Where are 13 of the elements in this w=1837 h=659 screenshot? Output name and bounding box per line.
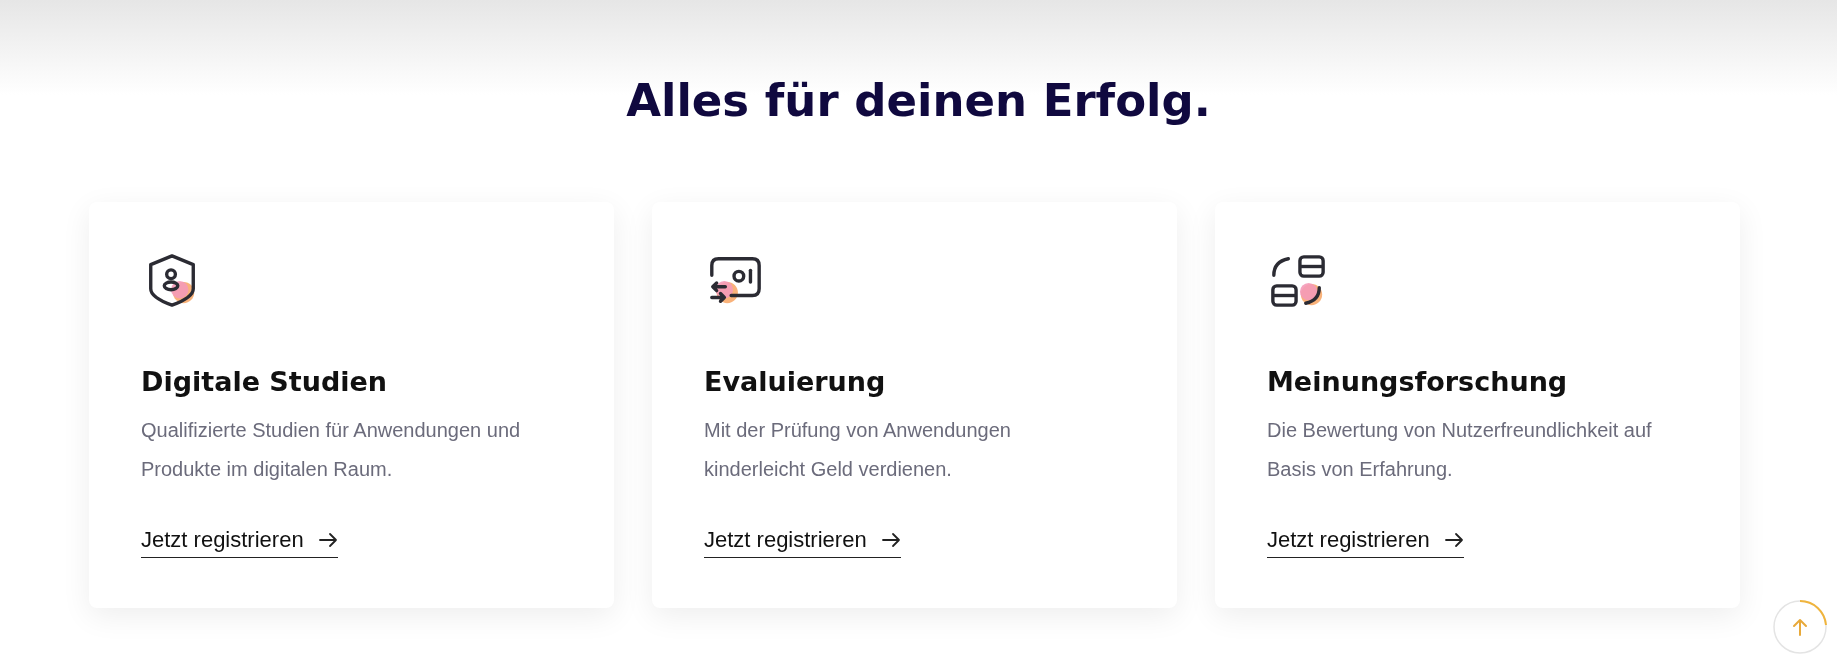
arrow-right-icon: [880, 532, 901, 548]
section-heading: Alles für deinen Erfolg.: [625, 74, 1212, 127]
card-title: Meinungsforschung: [1267, 366, 1568, 397]
card-description: Mit der Prüfung von Anwendungen kinderleicht Geld verdienen.: [704, 418, 1012, 482]
card-description: Qualifizierte Studien für Anwendungen und Produkte im digitalen Raum.: [141, 418, 522, 482]
card-title: Digitale Studien: [141, 366, 388, 397]
register-link[interactable]: Jetzt registrieren: [1267, 527, 1464, 558]
arrow-right-icon: [317, 532, 338, 548]
arrow-right-icon: [1443, 532, 1464, 548]
card-description: Die Bewertung von Nutzerfreundlichkeit auf Basis von Erfahrung.: [1267, 418, 1653, 482]
card-title: Evaluierung: [704, 366, 886, 397]
register-link[interactable]: Jetzt registrieren: [704, 527, 901, 558]
register-link[interactable]: Jetzt registrieren: [141, 527, 338, 558]
